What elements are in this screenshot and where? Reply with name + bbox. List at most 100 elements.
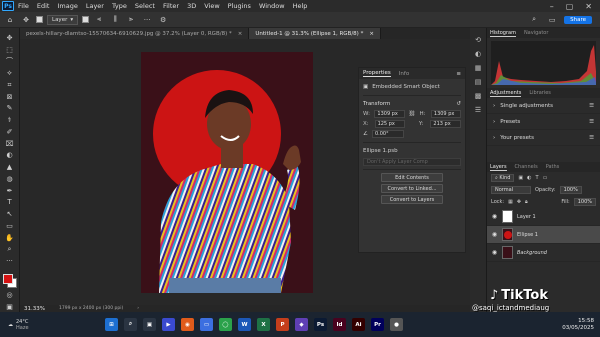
more-options-icon[interactable]: ··· xyxy=(141,14,153,26)
taskbar-app-chat-icon[interactable]: ◯ xyxy=(219,318,232,331)
swatches-icon[interactable]: ▦ xyxy=(475,64,482,72)
foreground-color-swatch[interactable] xyxy=(2,274,13,284)
filter-adjust-icon[interactable]: ◐ xyxy=(527,175,531,181)
menu-select[interactable]: Select xyxy=(131,2,159,10)
document-canvas[interactable] xyxy=(141,52,313,293)
tab-properties[interactable]: Properties xyxy=(363,70,391,77)
patterns-icon[interactable]: ▩ xyxy=(475,92,482,100)
maximize-button[interactable]: ▢ xyxy=(566,2,574,11)
tab-layers[interactable]: Layers xyxy=(490,164,507,171)
taskbar-app-vscode-icon[interactable]: ◆ xyxy=(295,318,308,331)
3d-mode-icon[interactable]: ⚙ xyxy=(157,14,169,26)
type-tool-icon[interactable]: T xyxy=(3,199,17,208)
system-clock[interactable]: 15:58 03/05/2025 xyxy=(562,318,600,332)
show-transform-checkbox[interactable] xyxy=(82,16,90,23)
menu-plugins[interactable]: Plugins xyxy=(224,2,255,10)
rectangle-tool-icon[interactable]: ▭ xyxy=(3,222,17,231)
screen-mode-icon[interactable]: ▣ xyxy=(3,303,17,312)
align-right-icon[interactable]: ⫸ xyxy=(125,14,137,26)
share-button[interactable]: Share xyxy=(564,15,592,24)
taskbar-app-camera-icon[interactable]: ● xyxy=(390,318,403,331)
properties-icon[interactable]: ☰ xyxy=(475,106,481,114)
tab-paths[interactable]: Paths xyxy=(546,164,560,170)
tab-info[interactable]: Info xyxy=(399,71,409,77)
tab-navigator[interactable]: Navigator xyxy=(524,30,548,36)
eye-icon[interactable]: ◉ xyxy=(491,213,498,220)
blend-mode-dropdown[interactable]: Normal xyxy=(491,186,531,194)
eye-icon[interactable]: ◉ xyxy=(491,249,498,256)
convert-to-linked-button[interactable]: Convert to Linked... xyxy=(381,184,443,193)
history-brush-tool-icon[interactable]: ◐ xyxy=(3,152,17,161)
path-select-tool-icon[interactable]: ↖ xyxy=(3,210,17,219)
auto-select-checkbox[interactable] xyxy=(36,16,43,23)
lasso-tool-icon[interactable]: ⌒ xyxy=(3,58,17,67)
taskbar-app-indesign-icon[interactable]: Id xyxy=(333,318,346,331)
taskbar-app-illustrator-icon[interactable]: Ai xyxy=(352,318,365,331)
crop-tool-icon[interactable]: ⌗ xyxy=(3,81,17,90)
zoom-tool-icon[interactable]: ⌕ xyxy=(3,246,17,255)
layer-row-background[interactable]: ◉ Background xyxy=(487,244,600,262)
taskbar-app-start-icon[interactable]: ⊞ xyxy=(105,318,118,331)
more-tools-icon[interactable]: ··· xyxy=(3,257,17,266)
menu-layer[interactable]: Layer xyxy=(82,2,108,10)
edit-contents-button[interactable]: Edit Contents xyxy=(381,173,443,182)
color-swatches[interactable] xyxy=(2,273,18,289)
hand-tool-icon[interactable]: ✋ xyxy=(3,234,17,243)
quick-select-tool-icon[interactable]: ⟡ xyxy=(3,69,17,78)
angle-field[interactable]: 0.00° xyxy=(371,130,404,138)
lock-all-icon[interactable]: 🔒︎ xyxy=(525,199,528,205)
home-icon[interactable]: ⌂ xyxy=(4,14,16,26)
menu-edit[interactable]: Edit xyxy=(33,2,54,10)
menu-3d[interactable]: 3D xyxy=(183,2,200,10)
eyedropper-tool-icon[interactable]: ✎ xyxy=(3,105,17,114)
close-icon[interactable]: × xyxy=(369,31,374,37)
move-tool-icon[interactable]: ✥ xyxy=(3,34,17,43)
menu-image[interactable]: Image xyxy=(53,2,81,10)
y-field[interactable]: 213 px xyxy=(430,120,461,128)
tab-pexels-photo[interactable]: pexels-hillary-dlamtso-15570634-6910629.… xyxy=(20,28,250,39)
close-icon[interactable]: × xyxy=(238,31,243,37)
filter-shape-icon[interactable]: ▭ xyxy=(543,175,548,181)
taskbar-app-photoshop-icon[interactable]: Ps xyxy=(314,318,327,331)
layer-comp-select[interactable]: Don't Apply Layer Comp xyxy=(363,158,461,166)
menu-view[interactable]: View xyxy=(200,2,223,10)
move-tool-icon[interactable]: ✥ xyxy=(20,14,32,26)
eye-icon[interactable]: ◉ xyxy=(491,231,498,238)
healing-brush-tool-icon[interactable]: ⚕ xyxy=(3,116,17,125)
weather-widget[interactable]: ☁ 24°C Haze xyxy=(0,319,102,331)
taskbar-app-powerpoint-icon[interactable]: P xyxy=(276,318,289,331)
marquee-tool-icon[interactable]: ⬚ xyxy=(3,46,17,55)
adj-single-adjustments[interactable]: › Single adjustments ☰ xyxy=(487,98,600,114)
tab-libraries[interactable]: Libraries xyxy=(529,90,551,96)
height-field[interactable]: 1309 px xyxy=(430,110,461,118)
auto-select-target-dropdown[interactable]: Layer ▾ xyxy=(47,14,79,25)
x-field[interactable]: 125 px xyxy=(374,120,406,128)
layer-row-layer-1[interactable]: ◉ Layer 1 xyxy=(487,208,600,226)
gradient-tool-icon[interactable]: ◍ xyxy=(3,175,17,184)
gradients-icon[interactable]: ▤ xyxy=(475,78,482,86)
opacity-field[interactable]: 100% xyxy=(559,186,582,194)
taskbar-app-word-icon[interactable]: W xyxy=(238,318,251,331)
taskbar-app-task-view-icon[interactable]: ▣ xyxy=(143,318,156,331)
tab-histogram[interactable]: Histogram xyxy=(490,30,516,37)
search-icon[interactable]: ⌕ xyxy=(528,14,540,26)
taskbar-app-search-icon[interactable]: ⌕ xyxy=(124,318,137,331)
convert-to-layers-button[interactable]: Convert to Layers xyxy=(381,195,443,204)
tab-untitled-1[interactable]: Untitled-1 @ 31.3% (Ellipse 1, RGB/8) * … xyxy=(249,28,381,39)
panel-menu-icon[interactable]: ≡ xyxy=(456,71,461,77)
menu-filter[interactable]: Filter xyxy=(159,2,183,10)
align-center-icon[interactable]: ⫼ xyxy=(109,14,121,26)
layer-row-ellipse-1[interactable]: ◉ Ellipse 1 xyxy=(487,226,600,244)
quick-mask-icon[interactable]: ◎ xyxy=(3,292,17,301)
menu-help[interactable]: Help xyxy=(289,2,312,10)
align-left-icon[interactable]: ⫷ xyxy=(93,14,105,26)
kind-filter-dropdown[interactable]: ⌕ Kind xyxy=(491,174,515,182)
adj-your-presets[interactable]: › Your presets ☰ xyxy=(487,130,600,146)
fill-field[interactable]: 100% xyxy=(573,198,596,206)
filter-pixel-icon[interactable]: ▣ xyxy=(518,175,523,181)
menu-file[interactable]: File xyxy=(14,2,33,10)
color-icon[interactable]: ◐ xyxy=(475,50,481,58)
zoom-level[interactable]: 31.33% xyxy=(24,306,45,312)
width-field[interactable]: 1309 px xyxy=(374,110,405,118)
lock-pixels-icon[interactable]: ▦ xyxy=(508,199,513,205)
